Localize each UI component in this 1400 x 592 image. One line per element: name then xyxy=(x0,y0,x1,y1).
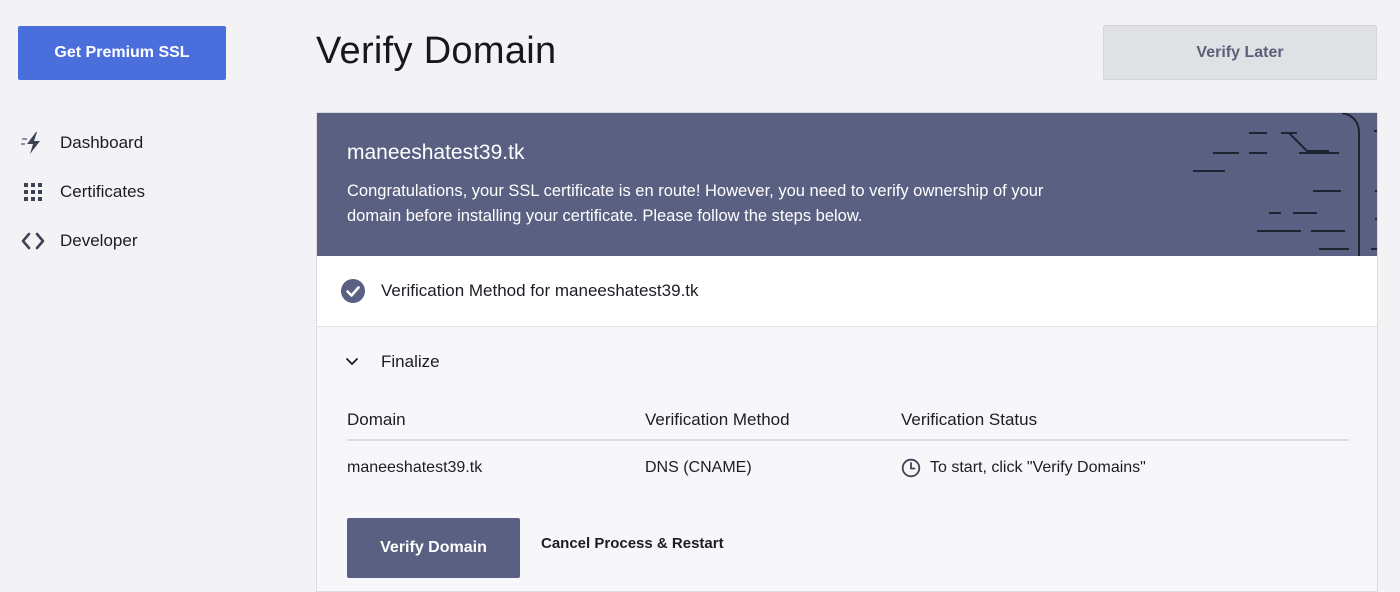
cell-status: To start, click "Verify Domains" xyxy=(901,458,1349,478)
column-header-status: Verification Status xyxy=(901,410,1038,429)
circuit-decoration xyxy=(1193,113,1377,256)
verification-card: maneeshatest39.tk Congratulations, your … xyxy=(316,112,1378,592)
banner-message: Congratulations, your SSL certificate is… xyxy=(347,182,1044,225)
status-text: To start, click "Verify Domains" xyxy=(930,459,1146,476)
column-header-method: Verification Method xyxy=(645,410,790,429)
sidebar-item-developer[interactable]: Developer xyxy=(20,216,145,265)
finalize-toggle[interactable]: Finalize xyxy=(317,347,440,377)
clock-icon xyxy=(901,458,921,478)
table-row: maneeshatest39.tk DNS (CNAME) To start, … xyxy=(347,441,1349,495)
sidebar-nav: Dashboard Certificates Developer xyxy=(20,118,145,265)
sidebar-item-certificates[interactable]: Certificates xyxy=(20,167,145,216)
column-header-domain: Domain xyxy=(347,410,406,429)
cell-domain: maneeshatest39.tk xyxy=(347,459,483,476)
grid-icon xyxy=(20,179,46,205)
sidebar-item-label: Dashboard xyxy=(60,132,144,152)
cell-method: DNS (CNAME) xyxy=(645,459,752,476)
sidebar-item-dashboard[interactable]: Dashboard xyxy=(20,118,145,167)
page-title: Verify Domain xyxy=(316,30,557,72)
domains-table: Domain Verification Method Verification … xyxy=(347,401,1349,495)
code-icon xyxy=(20,228,46,254)
get-premium-ssl-button[interactable]: Get Premium SSL xyxy=(18,26,226,80)
verify-later-button[interactable]: Verify Later xyxy=(1103,25,1377,80)
cancel-restart-link[interactable]: Cancel Process & Restart xyxy=(541,535,724,552)
step-label: Verification Method for maneeshatest39.t… xyxy=(381,281,699,300)
lightning-icon xyxy=(20,130,46,156)
table-header: Domain Verification Method Verification … xyxy=(347,401,1349,441)
banner: maneeshatest39.tk Congratulations, your … xyxy=(317,113,1377,256)
verify-domain-button[interactable]: Verify Domain xyxy=(347,518,520,578)
chevron-down-icon xyxy=(346,358,358,365)
check-circle-icon xyxy=(341,279,365,303)
banner-domain: maneeshatest39.tk xyxy=(347,141,525,164)
sidebar-item-label: Developer xyxy=(60,230,138,250)
sidebar-item-label: Certificates xyxy=(60,181,146,201)
finalize-label: Finalize xyxy=(381,352,440,371)
step-verification-method[interactable]: Verification Method for maneeshatest39.t… xyxy=(317,256,1377,327)
